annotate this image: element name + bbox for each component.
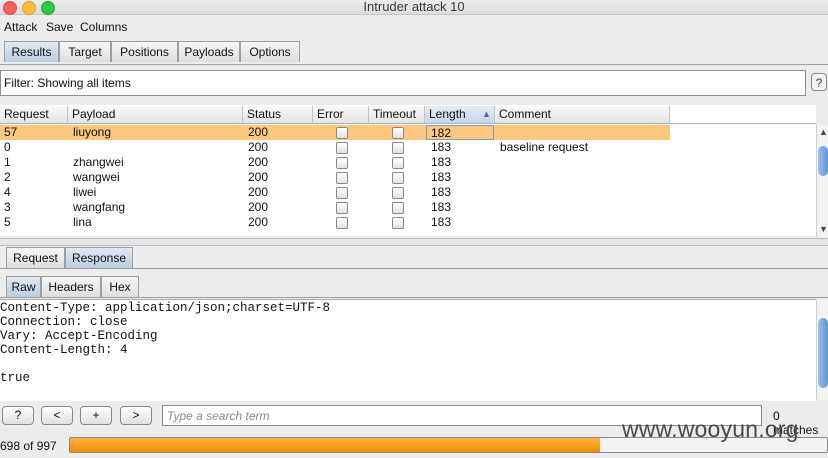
column-header-comment[interactable]: Comment [495, 106, 670, 124]
progress-bar-fill [70, 438, 600, 452]
error-checkbox [336, 217, 348, 229]
cell-payload: liwei [73, 185, 97, 199]
timeout-checkbox [392, 172, 404, 184]
error-checkbox [336, 157, 348, 169]
filter-text: Filter: Showing all items [4, 76, 131, 90]
error-checkbox [336, 187, 348, 199]
cell-status: 200 [248, 140, 269, 154]
cell-length: 183 [431, 215, 452, 229]
error-checkbox [336, 172, 348, 184]
table-scrollbar[interactable] [816, 125, 828, 237]
table-scrollbar-thumb[interactable] [818, 146, 828, 176]
cell-request: 4 [4, 185, 11, 199]
search-help-button[interactable]: ? [2, 406, 34, 425]
progress-text: 698 of 997 [0, 439, 57, 453]
cell-status: 200 [248, 125, 269, 139]
window-title: Intruder attack 10 [363, 0, 465, 14]
tab-headers[interactable]: Headers [41, 276, 101, 297]
response-line: Vary: Accept-Encoding [0, 329, 158, 343]
response-line: Connection: close [0, 315, 128, 329]
cell-status: 200 [248, 185, 269, 199]
cell-comment [500, 170, 665, 185]
menu-columns[interactable]: Columns [80, 20, 127, 34]
response-line: true [0, 371, 31, 385]
timeout-checkbox [392, 187, 404, 199]
help-button[interactable]: ? [811, 73, 827, 91]
timeout-checkbox [392, 157, 404, 169]
tab-target[interactable]: Target [59, 41, 111, 62]
column-header-status[interactable]: Status [243, 106, 313, 124]
column-header-error[interactable]: Error [313, 106, 369, 124]
search-add-button[interactable]: + [80, 406, 112, 425]
pane-divider[interactable] [0, 238, 828, 246]
cell-comment [500, 215, 665, 230]
tab-payloads[interactable]: Payloads [178, 41, 240, 62]
cell-length: 183 [431, 155, 452, 169]
timeout-checkbox [392, 217, 404, 229]
cell-request: 57 [4, 125, 18, 139]
cell-payload: zhangwei [73, 155, 124, 169]
cell-status: 200 [248, 215, 269, 229]
search-next-button[interactable]: > [120, 406, 152, 425]
cell-length: 183 [431, 200, 452, 214]
cell-request: 3 [4, 200, 11, 214]
watermark: www.wooyun.org [622, 416, 799, 442]
cell-comment: baseline request [500, 140, 589, 154]
cell-length: 183 [431, 185, 452, 199]
menu-attack[interactable]: Attack [4, 20, 37, 34]
cell-payload: wangwei [73, 170, 120, 184]
tab-positions[interactable]: Positions [111, 41, 178, 62]
menu-save[interactable]: Save [46, 20, 73, 34]
cell-request: 1 [4, 155, 11, 169]
search-previous-button[interactable]: < [41, 406, 73, 425]
cell-comment [500, 185, 665, 200]
column-header-length-label: Length [429, 107, 466, 121]
cell-payload: lina [73, 215, 92, 229]
error-checkbox [336, 142, 348, 154]
column-header-payload[interactable]: Payload [68, 106, 243, 124]
error-checkbox [336, 202, 348, 214]
timeout-checkbox [392, 127, 404, 139]
sort-ascending-icon: ▲ [482, 109, 491, 119]
cell-comment [500, 125, 665, 140]
table-header-filler [670, 106, 816, 124]
tab-raw[interactable]: Raw [6, 276, 41, 297]
cell-status: 200 [248, 170, 269, 184]
scroll-up-icon[interactable]: ▲ [819, 127, 828, 137]
cell-length: 183 [431, 140, 452, 154]
tab-hex[interactable]: Hex [101, 276, 139, 297]
column-header-request[interactable]: Request [0, 106, 68, 124]
cell-length: 182 [426, 125, 494, 140]
tab-response[interactable]: Response [65, 247, 133, 268]
cell-request: 0 [4, 140, 11, 154]
cell-request: 5 [4, 215, 11, 229]
cell-comment [500, 155, 665, 170]
tab-results[interactable]: Results [4, 41, 59, 62]
timeout-checkbox [392, 202, 404, 214]
cell-payload [73, 140, 238, 155]
cell-length: 183 [431, 170, 452, 184]
cell-comment [500, 200, 665, 215]
cell-payload: wangfang [73, 200, 126, 214]
tab-request[interactable]: Request [6, 247, 65, 268]
error-checkbox [336, 127, 348, 139]
response-line: Content-Type: application/json;charset=U… [0, 301, 331, 315]
scroll-down-icon[interactable]: ▼ [819, 224, 828, 234]
response-line: Content-Length: 4 [0, 343, 128, 357]
column-header-length[interactable]: Length ▲ [425, 106, 495, 124]
cell-status: 200 [248, 200, 269, 214]
tab-options[interactable]: Options [240, 41, 300, 62]
response-scrollbar-thumb[interactable] [818, 318, 828, 388]
cell-payload: liuyong [73, 125, 112, 139]
cell-status: 200 [248, 155, 269, 169]
cell-request: 2 [4, 170, 11, 184]
column-header-timeout[interactable]: Timeout [369, 106, 425, 124]
timeout-checkbox [392, 142, 404, 154]
